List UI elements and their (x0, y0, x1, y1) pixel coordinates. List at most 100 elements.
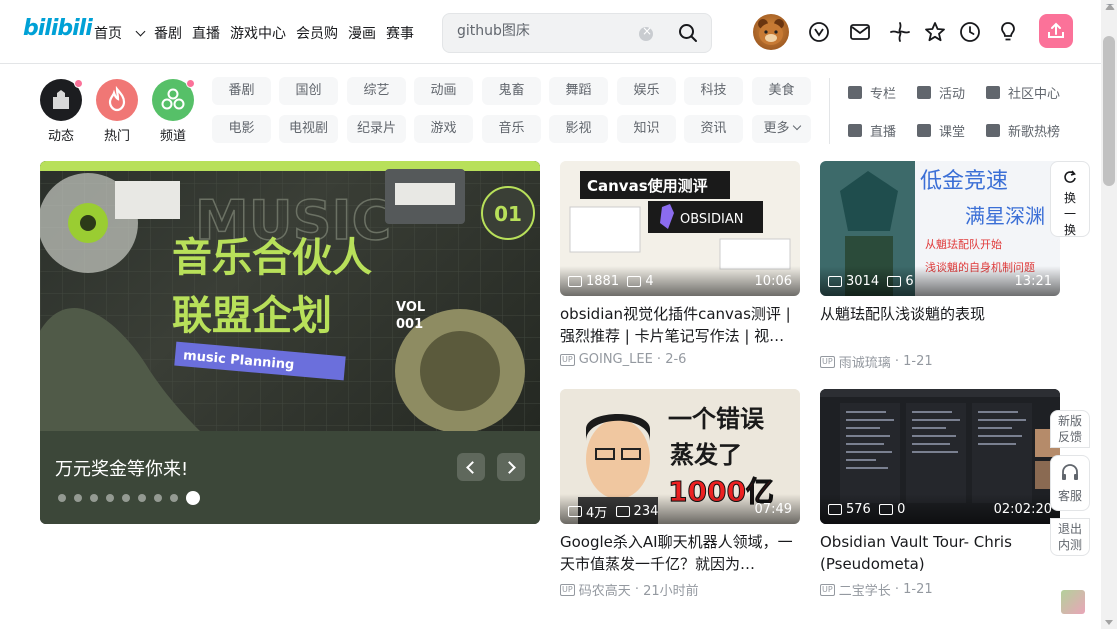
vip-icon[interactable] (807, 20, 831, 44)
circle-label-dynamic[interactable]: 动态 (40, 125, 82, 144)
video-thumbnail[interactable]: 低金竞速 满星深渊 从魈珐配队开始 浅谈魈的自身机制问题 3014 6 13:2… (820, 161, 1060, 296)
video-card[interactable]: 低金竞速 满星深渊 从魈珐配队开始 浅谈魈的自身机制问题 3014 6 13:2… (820, 161, 1060, 371)
circle-label-hot[interactable]: 热门 (96, 125, 138, 144)
circle-label-channel[interactable]: 频道 (152, 125, 194, 144)
danmaku-icon (887, 276, 902, 287)
carousel-dot[interactable] (74, 494, 82, 502)
thumb-text: 低金竞速 (920, 169, 1008, 194)
link-live[interactable]: 直播 (848, 121, 896, 140)
chip-dance[interactable]: 舞蹈 (549, 77, 608, 105)
search-input[interactable] (457, 23, 637, 39)
chip-bangumi[interactable]: 番剧 (212, 77, 271, 105)
chip-tech[interactable]: 科技 (684, 77, 743, 105)
carousel-dot[interactable] (106, 494, 114, 502)
video-thumbnail[interactable]: 576 0 02:02:20 (820, 389, 1060, 524)
top-header: bilibili 首页 番剧 直播 游戏中心 会员购 漫画 赛事 (0, 0, 1101, 64)
video-card[interactable]: 一个错误 蒸发了 1000亿 4万 234 07:49 Google杀入AI聊天… (560, 389, 800, 599)
upload-button[interactable] (1039, 14, 1073, 48)
chip-more[interactable]: 更多 (752, 115, 811, 143)
nav-home[interactable]: 首页 (94, 23, 146, 43)
clear-icon[interactable] (639, 24, 653, 41)
banner-image[interactable]: MUSIC 01 音乐合伙人 联盟企划 VOL 001 music Planni… (40, 161, 540, 433)
chip-film[interactable]: 影视 (549, 115, 608, 143)
banner-next-button[interactable] (497, 453, 525, 481)
dynamic-channel-icon[interactable] (40, 79, 83, 121)
chip-kichiku[interactable]: 鬼畜 (482, 77, 541, 105)
carousel-dot[interactable] (90, 494, 98, 502)
nav-esports[interactable]: 赛事 (386, 23, 414, 43)
link-activity[interactable]: 活动 (917, 83, 965, 102)
banner-title[interactable]: 万元奖金等你来! (55, 455, 188, 481)
link-music-chart[interactable]: 新歌热榜 (986, 121, 1060, 140)
chip-music[interactable]: 音乐 (482, 115, 541, 143)
search-icon[interactable] (677, 22, 699, 44)
chip-entertainment[interactable]: 娱乐 (617, 77, 676, 105)
page-scrollbar[interactable] (1101, 0, 1117, 629)
music-icon (986, 124, 1000, 137)
bilibili-logo[interactable]: bilibili (23, 16, 93, 41)
user-avatar[interactable] (753, 14, 789, 50)
channel-icon[interactable] (152, 79, 195, 121)
video-title[interactable]: obsidian视觉化插件canvas测评 | 强烈推荐 | 卡片笔记写作法 |… (560, 303, 800, 347)
carousel-dot[interactable] (138, 494, 146, 502)
poster-num: 001 (396, 317, 423, 332)
video-thumbnail[interactable]: Canvas使用测评 OBSIDIAN 1881 4 10:06 (560, 161, 800, 296)
carousel-dot[interactable] (122, 494, 130, 502)
chip-guochuang[interactable]: 国创 (279, 77, 338, 105)
nav-anime[interactable]: 番剧 (154, 23, 182, 43)
chip-food[interactable]: 美食 (752, 77, 811, 105)
nav-manga[interactable]: 漫画 (348, 23, 376, 43)
mascot-icon[interactable] (1061, 590, 1085, 614)
exit-beta-button[interactable]: 退出内测 (1050, 518, 1090, 556)
nav-game-center[interactable]: 游戏中心 (230, 23, 286, 43)
video-card[interactable]: 576 0 02:02:20 Obsidian Vault Tour- Chri… (820, 389, 1060, 599)
link-class[interactable]: 课堂 (917, 121, 965, 140)
banner-dots (58, 491, 208, 505)
scroll-up-icon[interactable] (1105, 4, 1115, 10)
carousel-dot[interactable] (58, 494, 66, 502)
chip-knowledge[interactable]: 知识 (617, 115, 676, 143)
chip-variety[interactable]: 综艺 (347, 77, 406, 105)
thumb-text: 满星深渊 (965, 204, 1045, 228)
chip-movie[interactable]: 电影 (212, 115, 271, 143)
video-stats: 3014 6 13:21 (820, 266, 1060, 296)
nav-live[interactable]: 直播 (192, 23, 220, 43)
poster-badge: 01 (494, 202, 522, 226)
scroll-down-icon[interactable] (1105, 620, 1113, 625)
video-meta[interactable]: UP 码农高天 · 21小时前 (560, 580, 699, 599)
chip-game[interactable]: 游戏 (414, 115, 473, 143)
video-title[interactable]: 从魈珐配队浅谈魈的表现 (820, 303, 1060, 325)
creator-icon[interactable] (996, 20, 1020, 44)
refresh-icon (1064, 170, 1076, 183)
carousel-dot[interactable] (154, 494, 162, 502)
carousel-dot[interactable] (170, 494, 178, 502)
chip-documentary[interactable]: 纪录片 (347, 115, 406, 143)
nav-mall[interactable]: 会员购 (296, 23, 338, 43)
duration: 13:21 (1014, 274, 1052, 289)
video-card[interactable]: Canvas使用测评 OBSIDIAN 1881 4 10:06 obsidia… (560, 161, 800, 371)
chip-tv[interactable]: 电视剧 (279, 115, 338, 143)
banner-carousel[interactable]: MUSIC 01 音乐合伙人 联盟企划 VOL 001 music Planni… (40, 161, 540, 524)
video-thumbnail[interactable]: 一个错误 蒸发了 1000亿 4万 234 07:49 (560, 389, 800, 524)
message-icon[interactable] (848, 20, 872, 44)
carousel-dot[interactable] (186, 491, 200, 505)
video-meta[interactable]: UP 雨诚琉璃 · 1-21 (820, 352, 933, 371)
scroll-thumb[interactable] (1103, 36, 1115, 186)
favorite-icon[interactable] (923, 20, 947, 44)
history-icon[interactable] (958, 20, 982, 44)
hot-channel-icon[interactable] (96, 79, 138, 121)
chip-animation[interactable]: 动画 (414, 77, 473, 105)
refresh-button[interactable]: 换一换 (1050, 161, 1090, 237)
video-title[interactable]: Obsidian Vault Tour- Chris (Pseudometa) (820, 531, 1060, 575)
link-community[interactable]: 社区中心 (986, 83, 1060, 102)
customer-service-button[interactable]: 客服 (1050, 455, 1090, 511)
link-article[interactable]: 专栏 (848, 83, 896, 102)
feedback-button[interactable]: 新版反馈 (1050, 410, 1090, 448)
dynamic-icon[interactable] (888, 20, 912, 44)
chip-news[interactable]: 资讯 (684, 115, 743, 143)
video-title[interactable]: Google杀入AI聊天机器人领域，一天市值蒸发一千亿？就因为… (560, 531, 800, 575)
video-meta[interactable]: UP GOING_LEE · 2-6 (560, 352, 686, 367)
flag-icon (917, 86, 931, 99)
banner-prev-button[interactable] (457, 453, 485, 481)
video-meta[interactable]: UP 二宝学长 · 1-21 (820, 580, 933, 599)
